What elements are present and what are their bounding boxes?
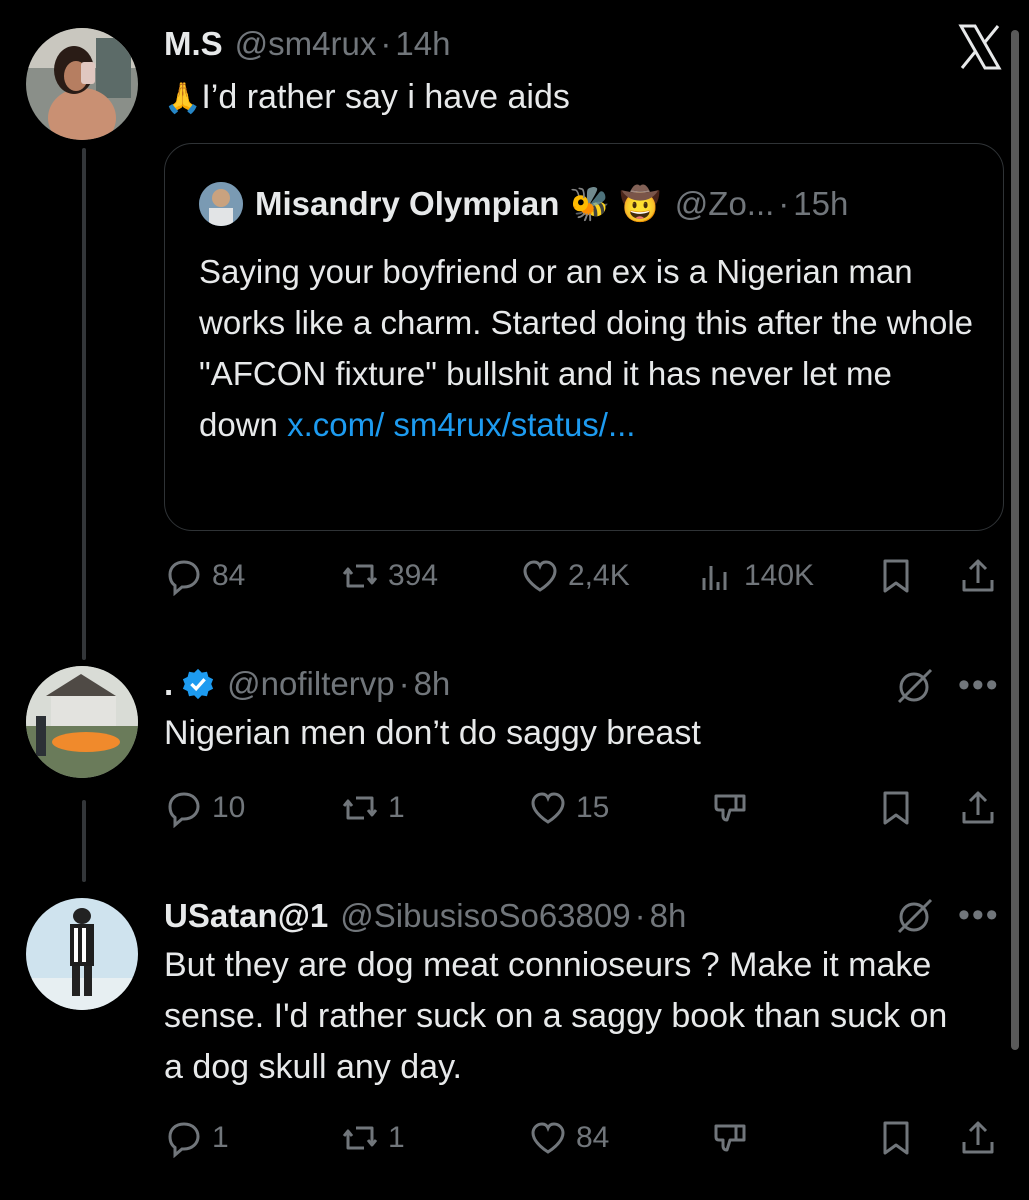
- display-name: Misandry Olympian: [255, 185, 560, 222]
- bookmark-icon: [883, 791, 909, 825]
- tweet-actions: 10 1 15: [164, 784, 1001, 832]
- bookmark-icon: [883, 559, 909, 593]
- reply-button[interactable]: 10: [164, 784, 245, 832]
- tweet-text-content: I’d rather say i have aids: [201, 78, 570, 116]
- more-options-icon[interactable]: •••: [958, 666, 1000, 705]
- reply-icon: [168, 560, 200, 596]
- views-button[interactable]: 140K: [696, 552, 814, 600]
- repost-button[interactable]: 394: [340, 552, 438, 600]
- avatar: [199, 182, 243, 226]
- tweet-header: . @nofiltervp · 8h: [164, 664, 1001, 704]
- tweet-header: M.S @sm4rux · 14h: [164, 24, 1001, 64]
- badge-emoji: 🐝 🤠: [569, 185, 661, 222]
- repost-icon: [342, 1126, 378, 1150]
- separator-dot: ·: [634, 897, 646, 934]
- views-icon: [702, 566, 727, 590]
- quote-header: Misandry Olympian 🐝 🤠 @Zo... · 15h: [199, 182, 848, 226]
- like-count: 2,4K: [568, 559, 630, 592]
- bookmark-button[interactable]: [876, 784, 916, 832]
- repost-button[interactable]: 1: [340, 784, 405, 832]
- separator-dot: ·: [398, 665, 410, 702]
- display-name[interactable]: M.S: [164, 24, 223, 64]
- thread-line: [82, 800, 86, 882]
- timestamp[interactable]: 8h: [414, 664, 451, 704]
- avatar[interactable]: [26, 666, 138, 778]
- reply-count: 1: [212, 1121, 229, 1154]
- downvote-icon: [714, 1124, 746, 1152]
- display-name[interactable]: .: [164, 664, 173, 704]
- like-button[interactable]: 15: [528, 784, 609, 832]
- timestamp: 15h: [793, 185, 849, 222]
- pray-emoji: 🙏: [164, 82, 202, 115]
- tweet-text: 🙏I’d rather say i have aids: [164, 72, 1001, 124]
- share-icon: [962, 559, 994, 592]
- tweet-text: But they are dog meat connioseurs ? Make…: [164, 946, 948, 1086]
- separator-dot: ·: [380, 25, 392, 62]
- bookmark-button[interactable]: [876, 1114, 916, 1162]
- grok-icon[interactable]: [895, 896, 935, 941]
- tweet-actions: 1 1 84: [164, 1114, 1001, 1162]
- reply-count: 10: [212, 791, 246, 824]
- downvote-button[interactable]: [710, 784, 750, 832]
- bookmark-button[interactable]: [876, 552, 916, 600]
- heart-icon: [531, 1122, 565, 1154]
- repost-button[interactable]: 1: [340, 1114, 405, 1162]
- share-icon: [962, 1121, 994, 1154]
- tweet-text: Nigerian men don’t do saggy breast: [164, 714, 701, 752]
- quoted-tweet[interactable]: Misandry Olympian 🐝 🤠 @Zo... · 15h Sayin…: [164, 143, 1004, 531]
- reply-icon: [168, 1122, 200, 1158]
- share-icon: [962, 791, 994, 824]
- bookmark-icon: [883, 1121, 909, 1155]
- view-count: 140K: [744, 559, 815, 592]
- reply-button[interactable]: 1: [164, 1114, 229, 1162]
- repost-count: 1: [388, 1121, 405, 1154]
- repost-count: 1: [388, 791, 405, 824]
- timestamp[interactable]: 8h: [650, 896, 687, 936]
- like-button[interactable]: 84: [528, 1114, 609, 1162]
- reply-button[interactable]: 84: [164, 552, 245, 600]
- reply-icon: [168, 792, 200, 828]
- more-options-icon[interactable]: •••: [958, 896, 1000, 935]
- avatar[interactable]: [26, 28, 138, 140]
- heart-icon: [523, 560, 557, 592]
- reply-count: 84: [212, 559, 246, 592]
- quote-link[interactable]: x.com/ sm4rux/status/...: [287, 406, 635, 443]
- username: @Zo...: [674, 185, 775, 222]
- like-count: 15: [576, 791, 610, 824]
- tweet-header: USatan@1 @SibusisoSo63809 · 8h: [164, 896, 1001, 936]
- like-button[interactable]: 2,4K: [520, 552, 630, 600]
- timestamp[interactable]: 14h: [395, 24, 450, 64]
- username[interactable]: @SibusisoSo63809: [340, 896, 630, 936]
- like-count: 84: [576, 1121, 610, 1154]
- grok-icon[interactable]: [895, 666, 935, 711]
- thread-line: [82, 148, 86, 660]
- quote-text: Saying your boyfriend or an ex is a Nige…: [199, 246, 979, 450]
- downvote-button[interactable]: [710, 1114, 750, 1162]
- share-button[interactable]: [958, 1114, 998, 1162]
- downvote-icon: [714, 794, 746, 822]
- heart-icon: [531, 792, 565, 824]
- username[interactable]: @nofiltervp: [227, 664, 394, 704]
- verified-badge-icon: [181, 667, 215, 701]
- separator-dot: ·: [778, 185, 790, 222]
- username[interactable]: @sm4rux: [235, 24, 377, 64]
- avatar[interactable]: [26, 898, 138, 1010]
- share-button[interactable]: [958, 552, 998, 600]
- display-name[interactable]: USatan@1: [164, 896, 328, 936]
- repost-icon: [342, 796, 378, 820]
- share-button[interactable]: [958, 784, 998, 832]
- tweet-actions: 84 394 2,4K 140K: [164, 552, 1001, 600]
- repost-icon: [342, 564, 378, 588]
- scrollbar[interactable]: [1011, 30, 1019, 1050]
- repost-count: 394: [388, 559, 439, 592]
